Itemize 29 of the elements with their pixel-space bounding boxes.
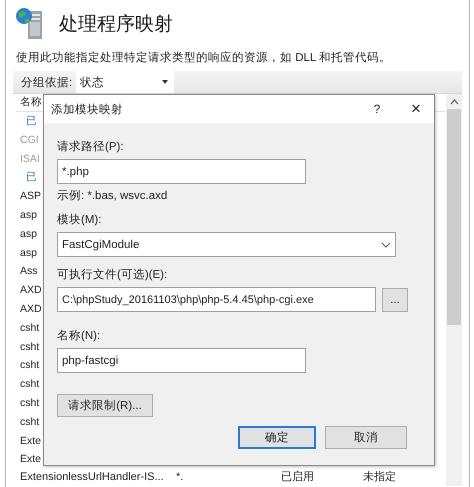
example-hint: 示例: *.bas, wsvc.axd xyxy=(57,189,168,202)
dropdown-arrow-icon xyxy=(162,80,168,84)
request-path-field[interactable]: *.php xyxy=(57,159,306,184)
group-by-dropdown[interactable]: 状态 xyxy=(76,71,174,93)
module-dropdown[interactable]: FastCgiModule xyxy=(57,232,396,257)
executable-field[interactable]: C:\phpStudy_20161103\php\php-5.4.45\php-cgi.exe xyxy=(57,287,376,312)
name-field[interactable]: php-fastcgi xyxy=(57,348,306,373)
table-cell: 未指定 xyxy=(363,470,396,484)
browse-button[interactable]: ... xyxy=(382,288,408,312)
field-label: 名称(N): xyxy=(57,328,102,344)
field-label: 可执行文件(可选)(E): xyxy=(57,268,168,283)
page-title: 处理程序映射 xyxy=(59,13,173,37)
scrollbar-thumb[interactable] xyxy=(447,109,461,325)
field-label: 模块(M): xyxy=(57,212,102,228)
globe-server-icon xyxy=(15,7,45,41)
scrollbar[interactable] xyxy=(446,94,462,486)
chevron-down-icon xyxy=(381,242,391,248)
group-by-label: 分组依据: xyxy=(20,76,74,90)
ok-button[interactable]: 确定 xyxy=(238,426,316,449)
page-description: 使用此功能指定处理特定请求类型的响应的资源，如 DLL 和托管代码。 xyxy=(16,50,392,66)
dialog-title: 添加模块映射 xyxy=(51,102,124,116)
table-cell-text: ExtensionlessUrlHandler-IS... xyxy=(20,470,165,484)
request-restrictions-button[interactable]: 请求限制(R)... xyxy=(57,394,153,417)
cancel-button[interactable]: 取消 xyxy=(325,426,407,449)
field-label: 请求路径(P): xyxy=(57,140,125,155)
table-cell-text: 已启用 xyxy=(281,470,315,484)
help-button[interactable]: ? xyxy=(370,102,384,116)
table-cell-text: *. xyxy=(176,470,184,484)
close-button[interactable]: × xyxy=(408,99,424,119)
